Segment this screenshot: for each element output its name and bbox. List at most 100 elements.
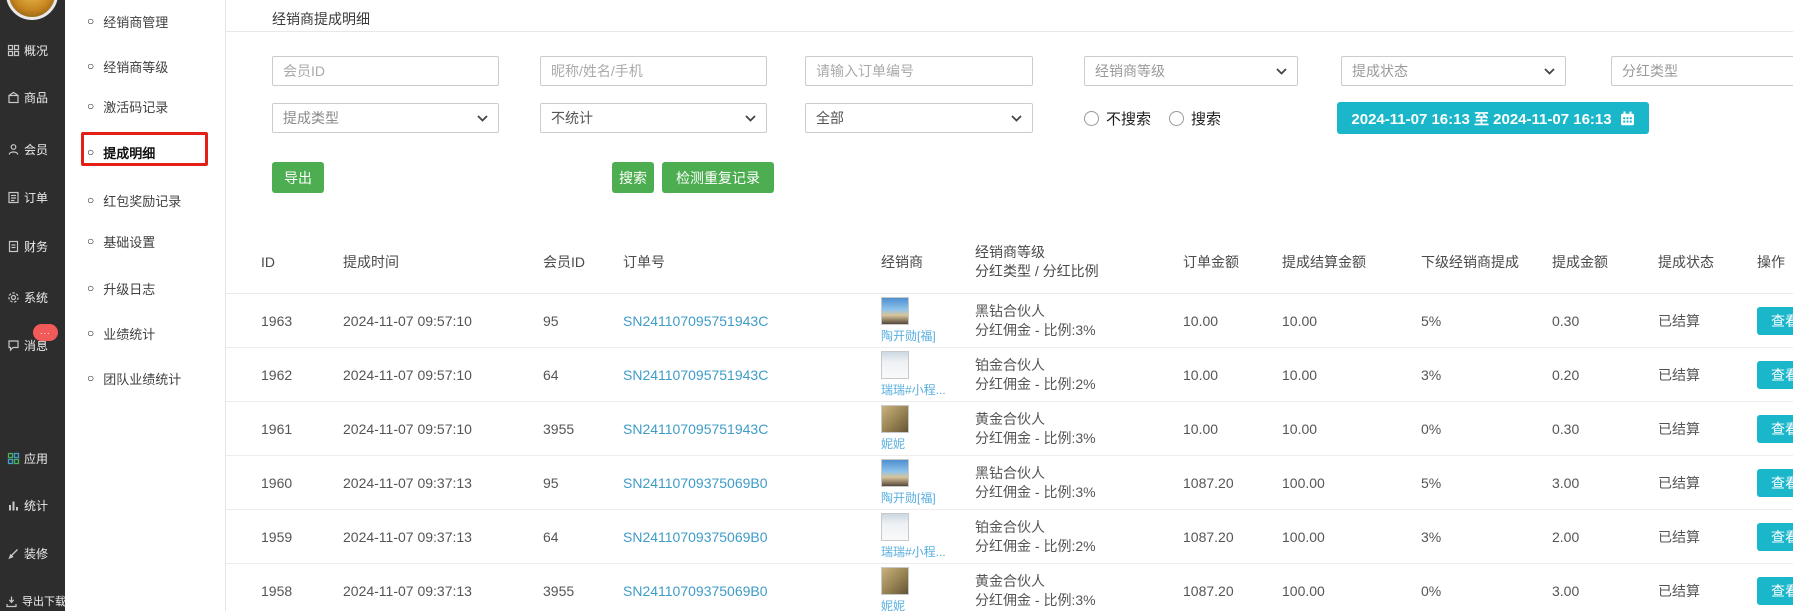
radio-search[interactable]: 搜索	[1169, 108, 1221, 129]
view-button[interactable]: 查看	[1757, 469, 1793, 497]
dealer-avatar[interactable]	[881, 567, 909, 595]
table-row: 1958 2024-11-07 09:37:13 3955 SN24110709…	[226, 564, 1793, 611]
order-no-link[interactable]: SN241107095751943C	[623, 313, 768, 329]
level-cell: 黄金合伙人 分红佣金 - 比例:3%	[975, 410, 1183, 448]
nickname-input[interactable]	[551, 63, 756, 79]
dealer-name-link[interactable]: 瑞瑞#小程...	[881, 381, 946, 398]
radio-no-search[interactable]: 不搜索	[1084, 108, 1151, 129]
submenu-item-performance-statistics[interactable]: ○ 业绩统计	[87, 324, 155, 342]
rail-item-orders[interactable]: 订单	[7, 189, 48, 205]
submenu-item-basic-settings[interactable]: ○ 基础设置	[87, 232, 155, 250]
radio-circle-icon	[1169, 111, 1184, 126]
rail-item-goods[interactable]: 商品	[7, 89, 48, 105]
dealer-name-link[interactable]: 妮妮	[881, 597, 905, 611]
dividend-info: 分红佣金 - 比例:3%	[975, 429, 1183, 448]
dealer-name-link[interactable]: 陶开勋[福]	[881, 327, 936, 344]
order-no-link[interactable]: SN24110709375069B0	[623, 529, 768, 545]
table-header-row: ID 提成时间 会员ID 订单号 经销商 经销商等级 分红类型 / 分红比例 订…	[226, 230, 1793, 294]
row-sub-rate: 0%	[1421, 583, 1552, 599]
rail-item-overview[interactable]: 概况	[7, 42, 48, 58]
row-member-id: 3955	[543, 421, 623, 437]
view-button[interactable]: 查看	[1757, 523, 1793, 551]
check-duplicates-button[interactable]: 检测重复记录	[662, 162, 774, 193]
dealer-avatar[interactable]	[881, 351, 909, 379]
chevron-down-icon	[1011, 115, 1022, 122]
view-button[interactable]: 查看	[1757, 577, 1793, 605]
circle-icon: ○	[87, 371, 94, 385]
order-no-link[interactable]: SN241107095751943C	[623, 421, 768, 437]
level-cell: 黑钻合伙人 分红佣金 - 比例:3%	[975, 302, 1183, 340]
row-sub-rate: 5%	[1421, 475, 1552, 491]
submenu-item-upgrade-logs[interactable]: ○ 升级日志	[87, 279, 155, 297]
apps-icon	[7, 452, 20, 465]
search-button[interactable]: 搜索	[612, 162, 654, 193]
table-row: 1960 2024-11-07 09:37:13 95 SN2411070937…	[226, 456, 1793, 510]
dealer-cell: 陶开勋[福]	[881, 294, 975, 347]
view-button[interactable]: 查看	[1757, 307, 1793, 335]
order-no-link[interactable]: SN24110709375069B0	[623, 583, 768, 599]
dealer-name-link[interactable]: 陶开勋[福]	[881, 489, 936, 506]
rail-item-decoration[interactable]: 装修	[7, 545, 48, 561]
header-id: ID	[261, 254, 343, 270]
download-icon	[5, 595, 18, 608]
circle-icon: ○	[87, 326, 94, 340]
scope-select[interactable]: 全部	[805, 103, 1033, 133]
dealer-avatar[interactable]	[881, 297, 909, 325]
status-badge: 已结算	[1658, 527, 1757, 547]
submenu-item-dealer-levels[interactable]: ○ 经销商等级	[87, 57, 168, 75]
message-badge: ...	[33, 324, 58, 341]
row-commission: 2.00	[1552, 529, 1658, 545]
row-sub-rate: 3%	[1421, 529, 1552, 545]
rail-item-messages[interactable]: 消息 ...	[7, 337, 48, 353]
view-button[interactable]: 查看	[1757, 415, 1793, 443]
dealer-level: 黑钻合伙人	[975, 464, 1183, 483]
rail-item-apps[interactable]: 应用	[7, 450, 48, 466]
row-commission: 0.20	[1552, 367, 1658, 383]
nickname-field-wrap	[540, 56, 767, 86]
rail-item-statistics[interactable]: 统计	[7, 497, 48, 513]
commission-type-select[interactable]: 提成类型	[272, 103, 499, 133]
header-commission: 提成金额	[1552, 252, 1658, 272]
dividend-info: 分红佣金 - 比例:2%	[975, 537, 1183, 556]
statistic-select[interactable]: 不统计	[540, 103, 767, 133]
rail-item-finance[interactable]: 财务	[7, 238, 48, 254]
dealer-avatar[interactable]	[881, 513, 909, 541]
circle-icon: ○	[87, 145, 94, 159]
dealer-avatar[interactable]	[881, 459, 909, 487]
commission-status-select[interactable]: 提成状态	[1341, 56, 1566, 86]
submenu-item-commission-details[interactable]: ○ 提成明细	[87, 143, 155, 161]
submenu-item-activation-code-records[interactable]: ○ 激活码记录	[87, 97, 168, 115]
rail-item-members[interactable]: 会员	[7, 141, 48, 157]
circle-icon: ○	[87, 99, 94, 113]
page-title: 经销商提成明细	[272, 9, 370, 29]
dividend-type-select[interactable]: 分红类型	[1611, 56, 1793, 86]
order-no-link[interactable]: SN241107095751943C	[623, 367, 768, 383]
dealer-avatar[interactable]	[881, 405, 909, 433]
row-member-id: 95	[543, 475, 623, 491]
order-no-link[interactable]: SN24110709375069B0	[623, 475, 768, 491]
row-time: 2024-11-07 09:57:10	[343, 421, 543, 437]
view-button[interactable]: 查看	[1757, 361, 1793, 389]
submenu-item-dealer-management[interactable]: ○ 经销商管理	[87, 12, 168, 30]
row-time: 2024-11-07 09:37:13	[343, 583, 543, 599]
rail-item-export-download[interactable]: 导出下载	[5, 593, 66, 609]
member-id-input[interactable]	[283, 63, 488, 79]
date-range-button[interactable]: 2024-11-07 16:13 至 2024-11-07 16:13	[1337, 102, 1649, 134]
submenu-item-team-performance-statistics[interactable]: ○ 团队业绩统计	[87, 369, 181, 387]
row-sub-rate: 3%	[1421, 367, 1552, 383]
dealer-name-link[interactable]: 妮妮	[881, 435, 905, 452]
order-no-input[interactable]	[816, 63, 1022, 79]
shop-avatar[interactable]	[6, 0, 58, 20]
dealer-level-select[interactable]: 经销商等级	[1084, 56, 1298, 86]
row-id: 1960	[261, 475, 343, 491]
status-badge: 已结算	[1658, 473, 1757, 493]
row-time: 2024-11-07 09:37:13	[343, 475, 543, 491]
dealer-name-link[interactable]: 瑞瑞#小程...	[881, 543, 946, 560]
export-button[interactable]: 导出	[272, 162, 324, 193]
dealer-level: 黑钻合伙人	[975, 302, 1183, 321]
rail-item-system[interactable]: 系统	[7, 289, 48, 305]
submenu-item-red-packet-reward-records[interactable]: ○ 红包奖励记录	[87, 191, 181, 209]
row-member-id: 64	[543, 367, 623, 383]
row-settle-amount: 10.00	[1282, 367, 1421, 383]
header-status: 提成状态	[1658, 252, 1757, 272]
